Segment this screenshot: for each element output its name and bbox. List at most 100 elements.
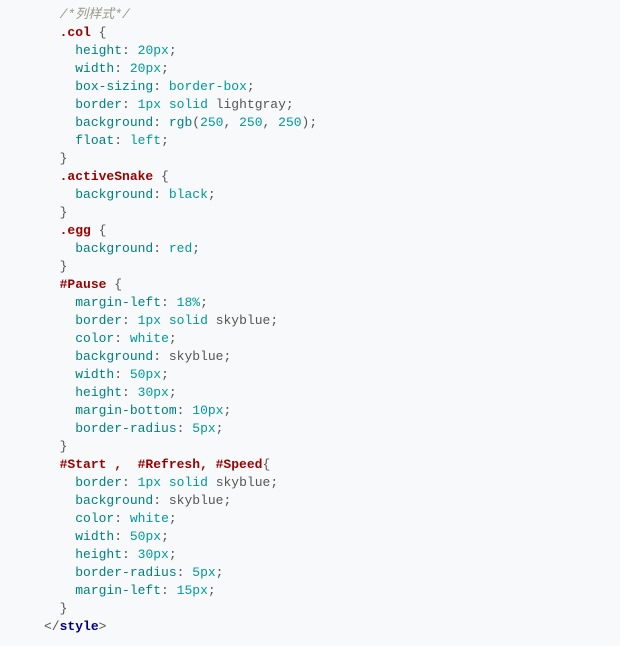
css-property: color <box>75 331 114 346</box>
css-property: border-radius <box>75 565 176 580</box>
code-line: #Start , #Refresh, #Speed{ <box>44 456 620 474</box>
css-property: height <box>75 43 122 58</box>
code-line: height: 30px; <box>44 546 620 564</box>
css-value: 15px <box>177 583 208 598</box>
css-property: margin-left <box>75 583 161 598</box>
css-value: black <box>169 187 208 202</box>
css-value: 1px <box>138 97 161 112</box>
css-comment: /*列样式*/ <box>60 7 130 22</box>
css-value: skyblue <box>216 313 271 328</box>
css-value: skyblue <box>169 493 224 508</box>
css-value: border-box <box>169 79 247 94</box>
brace-close: } <box>60 151 68 166</box>
css-value: solid <box>169 97 208 112</box>
code-line: } <box>44 204 620 222</box>
css-property: background <box>75 241 153 256</box>
css-property: height <box>75 385 122 400</box>
css-value: 50px <box>130 367 161 382</box>
css-selector: #Pause <box>60 277 107 292</box>
brace-close: } <box>60 259 68 274</box>
code-line: background: rgb(250, 250, 250); <box>44 114 620 132</box>
code-line: border: 1px solid skyblue; <box>44 474 620 492</box>
css-property: margin-left <box>75 295 161 310</box>
css-value: 250 <box>239 115 262 130</box>
css-property: background <box>75 493 153 508</box>
css-value: 5px <box>192 565 215 580</box>
css-value: 1px <box>138 475 161 490</box>
css-value: skyblue <box>169 349 224 364</box>
css-value: white <box>130 331 169 346</box>
css-value: 50px <box>130 529 161 544</box>
brace-open: { <box>114 277 122 292</box>
css-value: solid <box>169 313 208 328</box>
brace-open: { <box>262 457 270 472</box>
css-value: left <box>130 133 161 148</box>
code-line: } <box>44 600 620 618</box>
code-line: </style> <box>44 618 620 636</box>
css-value: 1px <box>138 313 161 328</box>
css-value: solid <box>169 475 208 490</box>
code-line: border: 1px solid skyblue; <box>44 312 620 330</box>
code-line: } <box>44 150 620 168</box>
code-line: border-radius: 5px; <box>44 564 620 582</box>
brace-close: } <box>60 439 68 454</box>
tag-open: </ <box>44 619 60 634</box>
code-line: width: 20px; <box>44 60 620 78</box>
tag-name: style <box>60 619 99 634</box>
css-value: skyblue <box>216 475 271 490</box>
brace-open: { <box>99 223 107 238</box>
code-line: background: skyblue; <box>44 492 620 510</box>
code-block: /*列样式*/ .col { height: 20px; width: 20px… <box>0 6 620 636</box>
css-property: background <box>75 115 153 130</box>
css-selector: .activeSnake <box>60 169 154 184</box>
css-value: 30px <box>138 547 169 562</box>
css-value: 20px <box>138 43 169 58</box>
css-value: 20px <box>130 61 161 76</box>
css-value: 250 <box>278 115 301 130</box>
css-property: border <box>75 97 122 112</box>
css-value: 30px <box>138 385 169 400</box>
css-value: lightgray <box>216 97 286 112</box>
code-line: box-sizing: border-box; <box>44 78 620 96</box>
css-value: 18% <box>177 295 200 310</box>
code-line: height: 30px; <box>44 384 620 402</box>
code-line: margin-left: 18%; <box>44 294 620 312</box>
code-line: height: 20px; <box>44 42 620 60</box>
brace-close: } <box>60 205 68 220</box>
brace-open: { <box>99 25 107 40</box>
css-property: box-sizing <box>75 79 153 94</box>
code-line: } <box>44 258 620 276</box>
code-line: border-radius: 5px; <box>44 420 620 438</box>
css-function: rgb <box>169 115 192 130</box>
css-value: red <box>169 241 192 256</box>
css-property: height <box>75 547 122 562</box>
css-property: background <box>75 187 153 202</box>
code-line: background: skyblue; <box>44 348 620 366</box>
css-property: width <box>75 367 114 382</box>
css-property: border <box>75 475 122 490</box>
code-line: margin-bottom: 10px; <box>44 402 620 420</box>
css-property: border <box>75 313 122 328</box>
css-value: 250 <box>200 115 223 130</box>
css-value: 10px <box>192 403 223 418</box>
code-line: border: 1px solid lightgray; <box>44 96 620 114</box>
code-line: .activeSnake { <box>44 168 620 186</box>
code-line: float: left; <box>44 132 620 150</box>
css-property: border-radius <box>75 421 176 436</box>
code-line: color: white; <box>44 510 620 528</box>
css-property: color <box>75 511 114 526</box>
css-property: float <box>75 133 114 148</box>
css-property: margin-bottom <box>75 403 176 418</box>
code-line: #Pause { <box>44 276 620 294</box>
code-line: background: red; <box>44 240 620 258</box>
css-value: white <box>130 511 169 526</box>
brace-close: } <box>60 601 68 616</box>
tag-close: > <box>99 619 107 634</box>
css-value: 5px <box>192 421 215 436</box>
css-selector: #Start , #Refresh, #Speed <box>60 457 263 472</box>
css-property: width <box>75 529 114 544</box>
code-line: margin-left: 15px; <box>44 582 620 600</box>
code-line: color: white; <box>44 330 620 348</box>
code-line: } <box>44 438 620 456</box>
code-line: width: 50px; <box>44 528 620 546</box>
